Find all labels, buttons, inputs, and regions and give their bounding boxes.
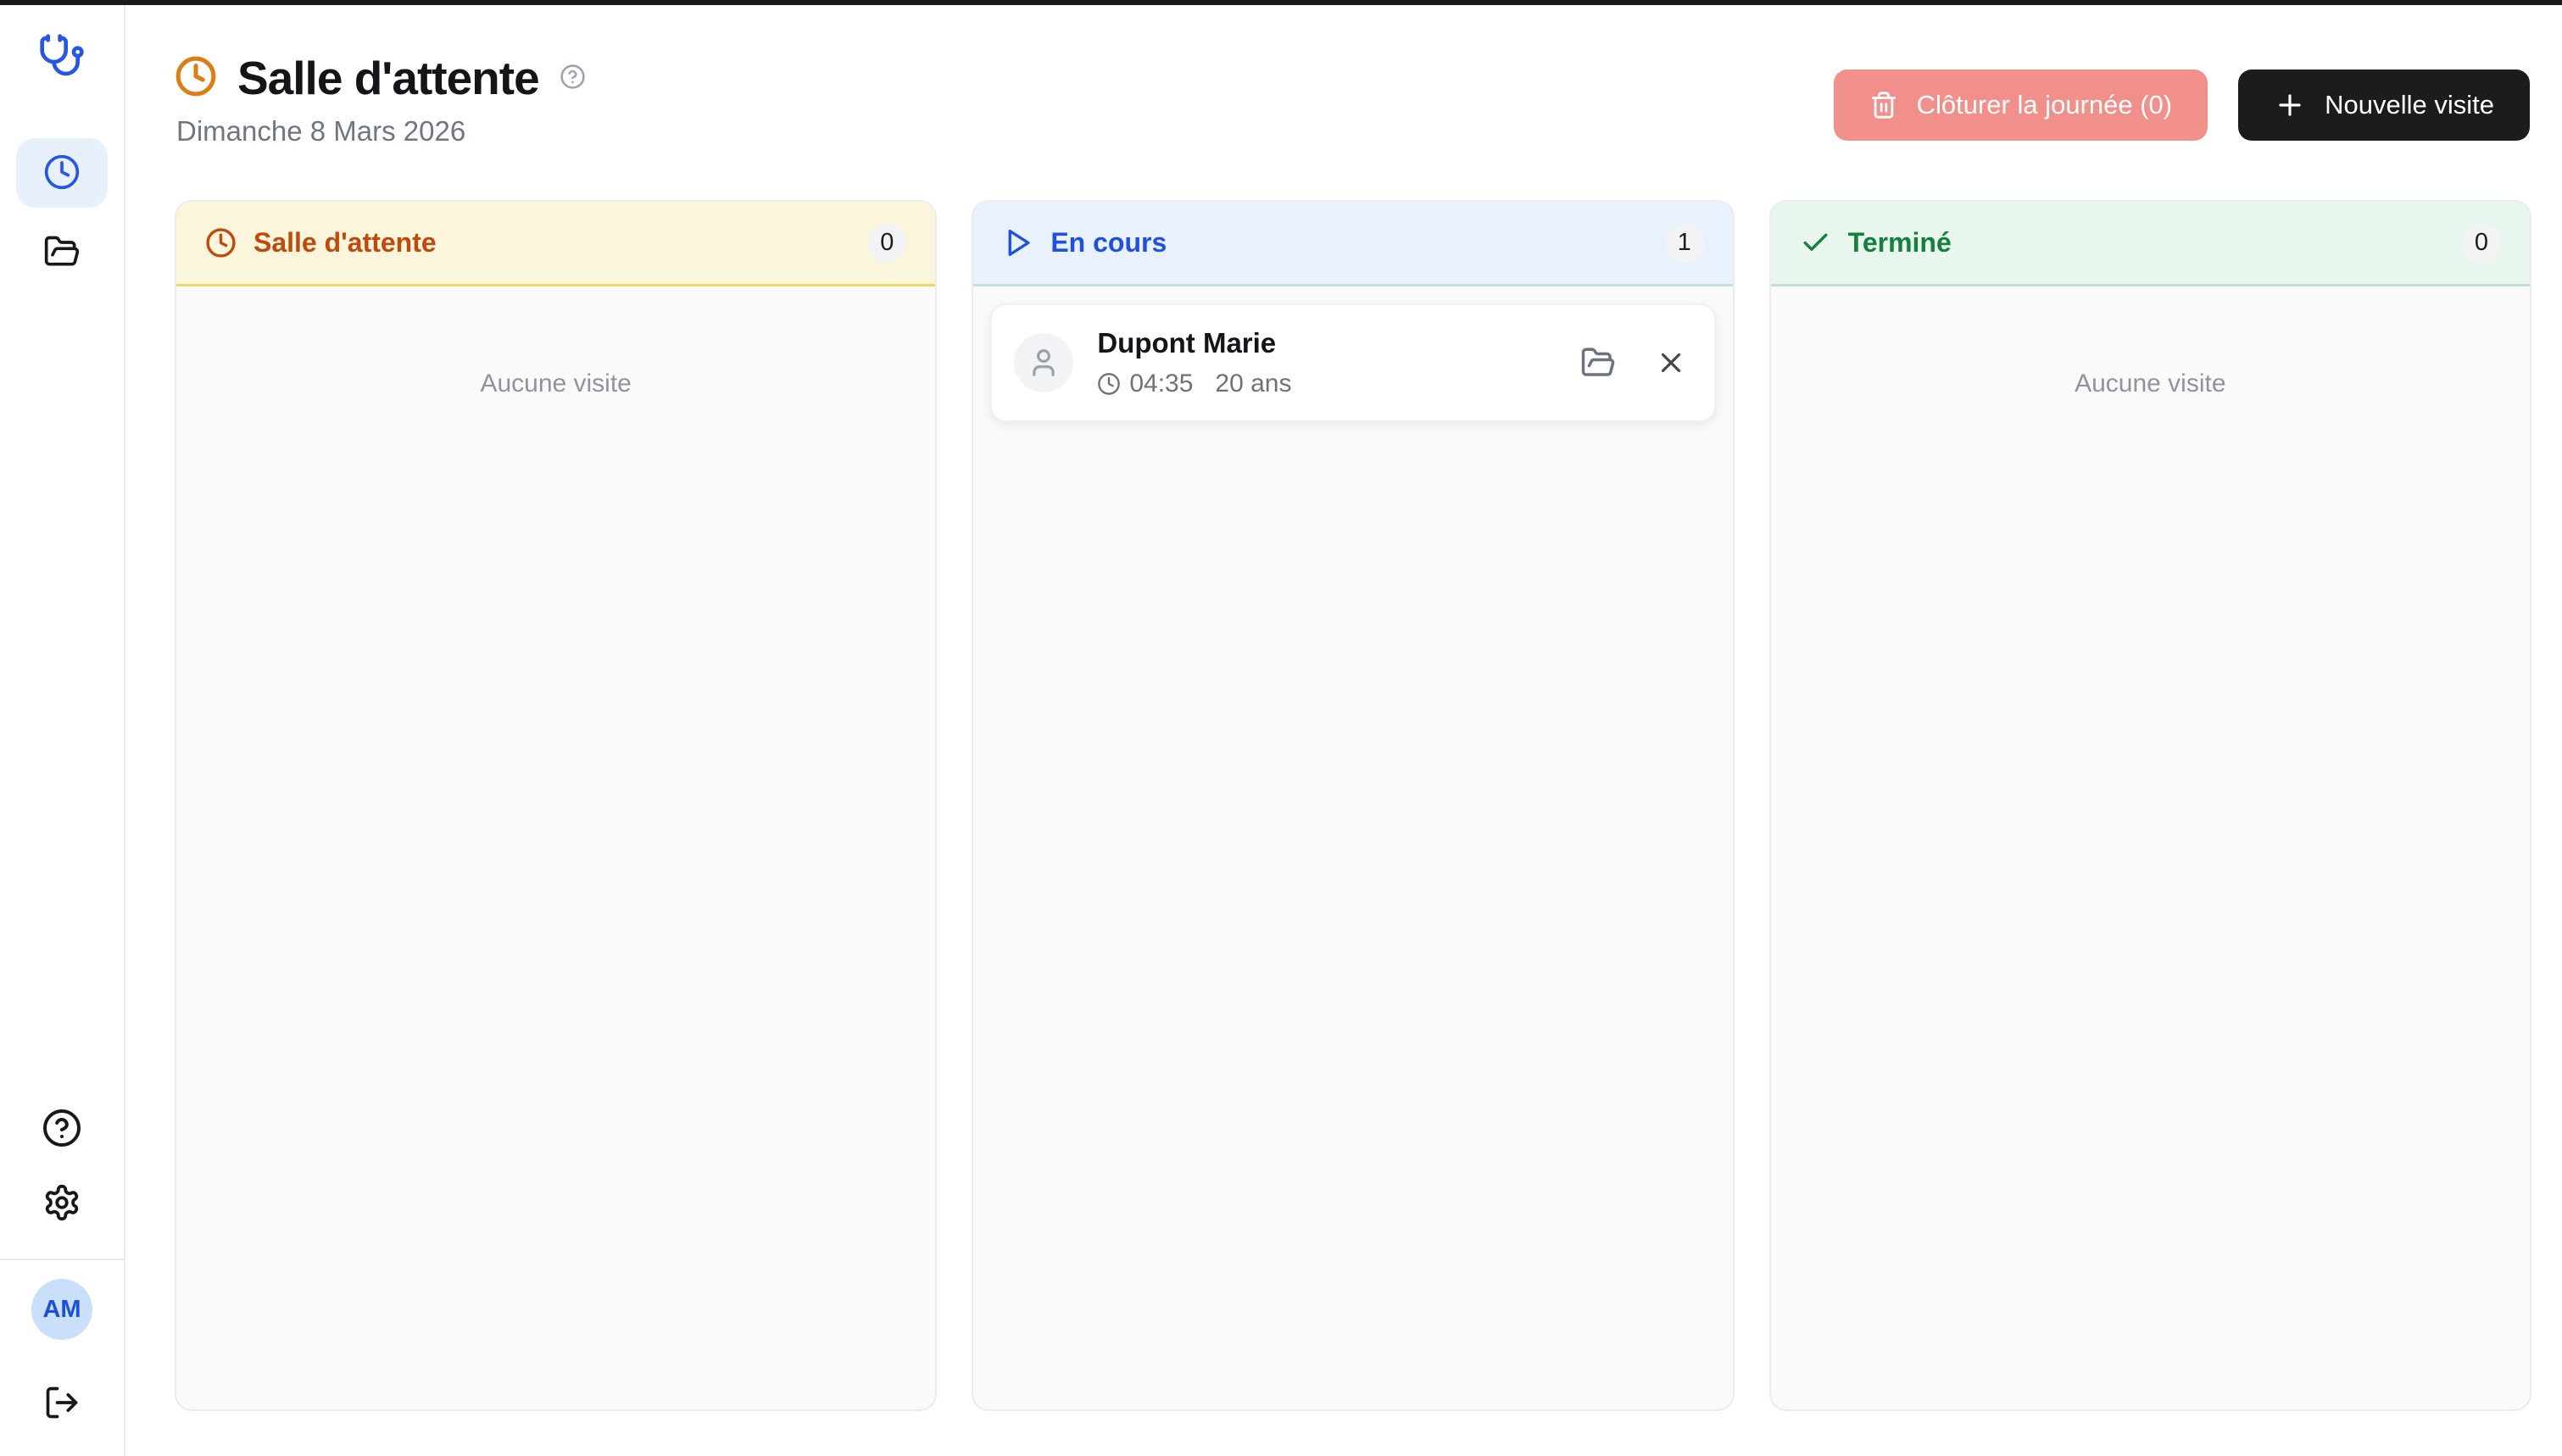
- app-logo: [38, 32, 86, 84]
- column-in-progress: En cours 1 Dupont Marie: [972, 200, 1734, 1411]
- column-waiting-room-body: Aucune visite: [176, 286, 935, 1409]
- close-day-button-label: Clôturer la journée (0): [1917, 90, 2173, 120]
- column-in-progress-header: En cours 1: [973, 202, 1732, 286]
- page-title: Salle d'attente: [237, 51, 539, 105]
- column-title: En cours: [1050, 227, 1167, 258]
- sidebar: AM: [0, 5, 125, 1456]
- column-count-badge: 1: [1665, 224, 1704, 263]
- waiting-room-clock-icon: [175, 55, 217, 102]
- column-count-badge: 0: [867, 224, 906, 263]
- close-day-button[interactable]: Clôturer la journée (0): [1834, 69, 2208, 141]
- visit-info: Dupont Marie 04:35 20 ans: [1097, 327, 1291, 398]
- trash-icon: [1869, 91, 1898, 119]
- column-done-header: Terminé 0: [1771, 202, 2530, 286]
- play-icon: [1002, 227, 1033, 258]
- clock-icon: [1097, 372, 1121, 396]
- settings-button[interactable]: [42, 1183, 81, 1225]
- folder-open-icon: [1580, 345, 1616, 381]
- close-icon: [1655, 347, 1687, 379]
- avatar-initials: AM: [42, 1296, 81, 1324]
- empty-state-text: Aucune visite: [193, 370, 918, 398]
- logout-icon: [43, 1384, 81, 1424]
- column-count-badge: 0: [2462, 224, 2501, 263]
- column-in-progress-body: Dupont Marie 04:35 20 ans: [973, 286, 1732, 1409]
- new-visit-button-label: Nouvelle visite: [2325, 90, 2494, 120]
- column-done: Terminé 0 Aucune visite: [1769, 200, 2531, 1411]
- logout-button[interactable]: [43, 1384, 81, 1424]
- column-waiting-room: Salle d'attente 0 Aucune visite: [175, 200, 937, 1411]
- user-icon: [1028, 347, 1060, 379]
- sidebar-item-waiting-room[interactable]: [16, 138, 108, 208]
- empty-state-text: Aucune visite: [1788, 370, 2513, 398]
- open-patient-file-button[interactable]: [1580, 345, 1616, 381]
- help-circle-icon: [560, 80, 586, 92]
- cancel-visit-button[interactable]: [1655, 347, 1687, 379]
- new-visit-button[interactable]: Nouvelle visite: [2238, 69, 2530, 141]
- stethoscope-icon: [38, 69, 86, 83]
- sidebar-item-patient-files[interactable]: [16, 218, 108, 287]
- plus-icon: [2274, 89, 2306, 121]
- patient-age: 20 ans: [1215, 370, 1291, 398]
- clock-icon: [43, 153, 81, 193]
- clock-icon: [205, 227, 237, 258]
- app-root: AM Salle d'attente: [0, 5, 2562, 1456]
- help-button[interactable]: [42, 1108, 82, 1151]
- header-actions: Clôturer la journée (0) Nouvelle visite: [1834, 69, 2530, 141]
- title-help-button[interactable]: [560, 64, 586, 92]
- main-content: Salle d'attente Dimanche 8 Mars 2026 Clô…: [125, 5, 2562, 1456]
- page-header: Salle d'attente Dimanche 8 Mars 2026 Clô…: [175, 51, 2531, 147]
- patient-avatar: [1014, 333, 1073, 392]
- gear-icon: [42, 1183, 81, 1225]
- column-done-body: Aucune visite: [1771, 286, 2530, 1409]
- user-avatar[interactable]: AM: [31, 1279, 92, 1340]
- page-date: Dimanche 8 Mars 2026: [176, 115, 586, 147]
- check-icon: [1800, 227, 1831, 258]
- column-title: Terminé: [1848, 227, 1952, 258]
- visit-card[interactable]: Dupont Marie 04:35 20 ans: [990, 303, 1715, 422]
- help-circle-icon: [42, 1108, 82, 1151]
- sidebar-divider: [0, 1259, 125, 1260]
- visit-timer: 04:35: [1129, 370, 1193, 398]
- sidebar-nav: [16, 138, 108, 287]
- column-title: Salle d'attente: [253, 227, 437, 258]
- patient-name: Dupont Marie: [1097, 327, 1291, 359]
- column-waiting-room-header: Salle d'attente 0: [176, 202, 935, 286]
- visit-card-actions: [1580, 345, 1687, 381]
- heading-block: Salle d'attente Dimanche 8 Mars 2026: [175, 51, 586, 147]
- kanban-board: Salle d'attente 0 Aucune visite En cours: [175, 200, 2531, 1411]
- folder-open-icon: [43, 233, 81, 273]
